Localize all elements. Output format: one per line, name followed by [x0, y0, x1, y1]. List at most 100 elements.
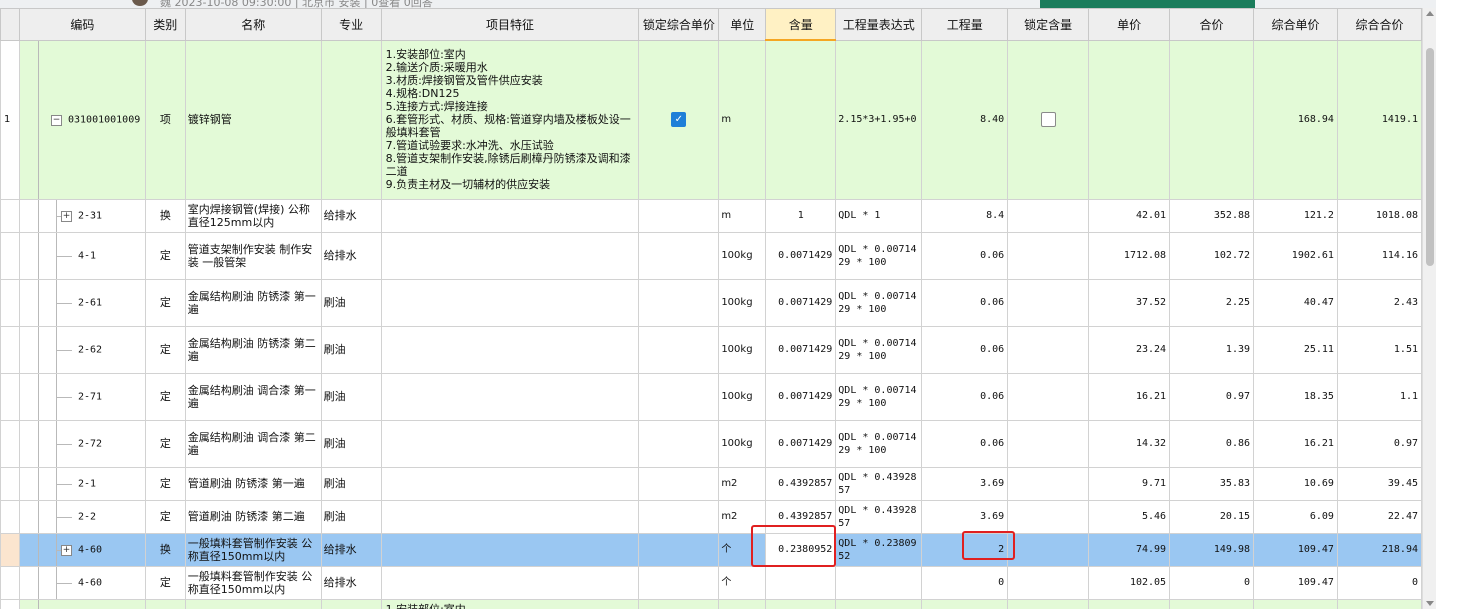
- cell-unit[interactable]: m2: [718, 466, 767, 501]
- col-content[interactable]: 含量: [765, 8, 837, 41]
- cell-total[interactable]: [1169, 39, 1255, 200]
- cell-comp-total[interactable]: 39.45: [1336, 466, 1422, 501]
- cell-lock-price[interactable]: [638, 231, 720, 280]
- cell-content[interactable]: [765, 598, 837, 609]
- cell-specialty[interactable]: 刷油: [320, 466, 382, 501]
- cell-specialty[interactable]: 刷油: [320, 278, 382, 327]
- cell-total[interactable]: 352.88: [1169, 198, 1255, 233]
- col-qty[interactable]: 工程量: [921, 8, 1009, 41]
- cell-lock-content[interactable]: [1007, 372, 1090, 421]
- cell-price[interactable]: 74.99: [1088, 532, 1171, 567]
- cell-code[interactable]: +4-60: [18, 532, 146, 567]
- cell-code[interactable]: 2-62: [18, 325, 146, 374]
- scroll-down-icon[interactable]: [1426, 601, 1434, 606]
- cell-expr[interactable]: QDL * 0.0071429 * 100: [835, 325, 923, 374]
- cell-comp-price[interactable]: 18.35: [1253, 372, 1338, 421]
- cell-comp-price[interactable]: [1253, 598, 1338, 609]
- cell-specialty[interactable]: 刷油: [320, 325, 382, 374]
- scroll-thumb[interactable]: [1426, 48, 1434, 266]
- cell-price[interactable]: [1088, 39, 1171, 200]
- table-row[interactable]: 2-2 定管道刷油 防锈漆 第二遍 刷油 m2 0.4392857 QDL * 0.439…: [0, 499, 1422, 534]
- scroll-up-icon[interactable]: [1426, 11, 1434, 16]
- cell-feature[interactable]: [380, 466, 640, 501]
- cell-comp-total[interactable]: 1018.08: [1336, 198, 1422, 233]
- cell-code[interactable]: 4-60: [18, 565, 146, 600]
- table-row[interactable]: 2-62 定金属结构刷油 防锈漆 第二遍 刷油 100kg 0.0071429 QDL *…: [0, 325, 1422, 374]
- cell-type[interactable]: 换: [144, 198, 186, 233]
- cell-lock-price[interactable]: [638, 598, 720, 609]
- vertical-scrollbar[interactable]: [1422, 8, 1437, 609]
- cell-feature[interactable]: [380, 198, 640, 233]
- col-code[interactable]: 编码: [18, 8, 146, 41]
- cell-feature[interactable]: [380, 325, 640, 374]
- cell-lock-content[interactable]: [1007, 565, 1090, 600]
- cell-feature[interactable]: [380, 565, 640, 600]
- cell-lock-price[interactable]: [638, 372, 720, 421]
- cell-qty[interactable]: [921, 598, 1009, 609]
- cell-total[interactable]: 1.39: [1169, 325, 1255, 374]
- collapse-icon[interactable]: −: [50, 114, 62, 126]
- checked-checkbox-icon[interactable]: ✓: [671, 112, 687, 127]
- table-row[interactable]: 2-1 定管道刷油 防锈漆 第一遍 刷油 m2 0.4392857 QDL * 0.439…: [0, 466, 1422, 501]
- table-row[interactable]: 2-72 定金属结构刷油 调合漆 第二遍 刷油 100kg 0.0071429 QDL *…: [0, 419, 1422, 468]
- cell-content[interactable]: 1: [765, 198, 837, 233]
- cell-price[interactable]: 23.24: [1088, 325, 1171, 374]
- cell-type[interactable]: [144, 598, 186, 609]
- table-row[interactable]: 1.安装部位:室内: [0, 598, 1422, 609]
- cell-content[interactable]: [765, 39, 837, 200]
- cell-name[interactable]: 金属结构刷油 防锈漆 第一遍: [184, 278, 322, 327]
- cell-comp-total[interactable]: 22.47: [1336, 499, 1422, 534]
- cell-qty[interactable]: 8.4: [921, 198, 1009, 233]
- cell-comp-price[interactable]: 121.2: [1253, 198, 1338, 233]
- cell-qty[interactable]: 0.06: [921, 372, 1009, 421]
- cell-code[interactable]: 2-61: [18, 278, 146, 327]
- cell-type[interactable]: 定: [144, 419, 186, 468]
- cell-comp-total[interactable]: 0: [1336, 565, 1422, 600]
- cell-name[interactable]: 镀锌钢管: [184, 39, 322, 200]
- cell-type[interactable]: 定: [144, 372, 186, 421]
- cell-qty[interactable]: 0: [921, 565, 1009, 600]
- cell-expr[interactable]: QDL * 0.2380952: [835, 532, 923, 567]
- cell-content[interactable]: 0.4392857: [765, 466, 837, 501]
- cell-price[interactable]: 102.05: [1088, 565, 1171, 600]
- cell-code[interactable]: [18, 598, 146, 609]
- cell-content[interactable]: 0.0071429: [765, 372, 837, 421]
- cell-lock-content[interactable]: [1007, 466, 1090, 501]
- cell-lock-content[interactable]: [1007, 325, 1090, 374]
- cell-total[interactable]: 35.83: [1169, 466, 1255, 501]
- cell-lock-price[interactable]: [638, 198, 720, 233]
- cell-unit[interactable]: 100kg: [718, 372, 767, 421]
- cell-type[interactable]: 定: [144, 231, 186, 280]
- cell-comp-price[interactable]: 109.47: [1253, 532, 1338, 567]
- cell-total[interactable]: 20.15: [1169, 499, 1255, 534]
- cell-comp-price[interactable]: 40.47: [1253, 278, 1338, 327]
- col-total[interactable]: 合价: [1169, 8, 1255, 41]
- col-feature[interactable]: 项目特征: [380, 8, 640, 41]
- cell-content[interactable]: 0.0071429: [765, 325, 837, 374]
- cell-qty[interactable]: 8.40: [921, 39, 1009, 200]
- checkbox-icon[interactable]: [1040, 112, 1056, 127]
- cell-type[interactable]: 定: [144, 499, 186, 534]
- cell-expr[interactable]: QDL * 0.0071429 * 100: [835, 231, 923, 280]
- cell-feature[interactable]: [380, 372, 640, 421]
- cell-total[interactable]: 0.86: [1169, 419, 1255, 468]
- cell-unit[interactable]: 100kg: [718, 231, 767, 280]
- cell-comp-price[interactable]: 25.11: [1253, 325, 1338, 374]
- cell-unit[interactable]: 100kg: [718, 325, 767, 374]
- cell-price[interactable]: 42.01: [1088, 198, 1171, 233]
- table-row[interactable]: +2-31 换室内焊接钢管(焊接) 公称直径125mm以内 给排水 m 1 QDL * 1…: [0, 198, 1422, 233]
- cell-qty[interactable]: 0.06: [921, 419, 1009, 468]
- table-row[interactable]: 4-1 定管道支架制作安装 制作安装 一般管架 给排水 100kg 0.0071429 Q…: [0, 231, 1422, 280]
- cell-lock-price[interactable]: [638, 325, 720, 374]
- cell-price[interactable]: 5.46: [1088, 499, 1171, 534]
- cell-lock-content[interactable]: [1007, 532, 1090, 567]
- cell-name[interactable]: 管道支架制作安装 制作安装 一般管架: [184, 231, 322, 280]
- cell-lock-content[interactable]: [1007, 231, 1090, 280]
- cell-lock-content[interactable]: [1007, 198, 1090, 233]
- cell-specialty[interactable]: 刷油: [320, 499, 382, 534]
- cell-comp-price[interactable]: 168.94: [1253, 39, 1338, 200]
- cell-lock-price[interactable]: [638, 278, 720, 327]
- cell-lock-content[interactable]: [1007, 419, 1090, 468]
- cell-content[interactable]: 0.0071429: [765, 231, 837, 280]
- cell-feature[interactable]: [380, 231, 640, 280]
